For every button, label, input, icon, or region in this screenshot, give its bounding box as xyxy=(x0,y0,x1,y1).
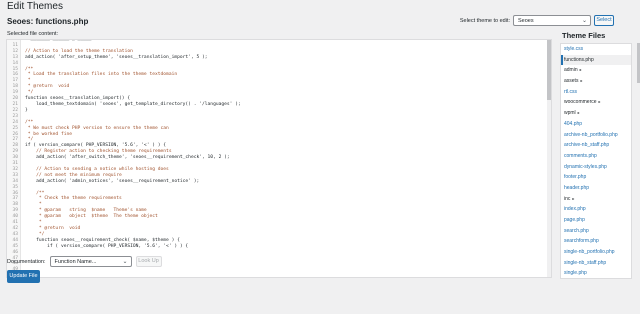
theme-selector: Select theme to edit: Seoes ⌄ Select xyxy=(460,15,614,26)
file-item-label: archive-nb_portfolio.php xyxy=(564,131,618,138)
theme-select[interactable]: Seoes ⌄ xyxy=(513,15,591,26)
documentation-row: Documentation: Function Name... ⌄ Look U… xyxy=(7,256,162,267)
file-item-label: wpml xyxy=(564,110,576,117)
code-text: add_action( 'after_setup_theme', 'seoes_… xyxy=(25,54,208,60)
file-item-label: assets xyxy=(564,78,579,85)
file-title: Seoes: functions.php xyxy=(7,17,89,26)
file-item-label: index.php xyxy=(564,206,586,213)
chevron-down-icon: ⌄ xyxy=(122,259,128,265)
file-item[interactable]: footer.php xyxy=(561,172,631,183)
chevron-down-icon: ⌄ xyxy=(581,18,587,24)
expand-arrow-icon: ▸ xyxy=(580,78,583,84)
code-lines: _______ ______ _ _____ 11 12// Action to l… xyxy=(7,39,551,277)
documentation-label: Documentation: xyxy=(7,258,46,265)
file-item-label: header.php xyxy=(564,184,590,191)
expand-arrow-icon: ▸ xyxy=(572,195,575,201)
file-item-label: dynamic-styles.php xyxy=(564,163,607,170)
file-item[interactable]: archive-nb_portfolio.php xyxy=(561,130,631,141)
file-item-label: rtl.css xyxy=(564,88,578,95)
function-name-select[interactable]: Function Name... ⌄ xyxy=(49,256,132,267)
look-up-button[interactable]: Look Up xyxy=(135,256,162,267)
file-item[interactable]: archive-nb_staff.php xyxy=(561,140,631,151)
expand-arrow-icon: ▸ xyxy=(579,67,582,73)
code-line: 50 xyxy=(7,273,551,277)
file-item-label: footer.php xyxy=(564,174,587,181)
code-text: * Load the translation files into the th… xyxy=(25,72,178,78)
file-item-label: woocommerce xyxy=(564,99,597,106)
file-item-label: search.php xyxy=(564,227,589,234)
file-item[interactable]: comments.php xyxy=(561,151,631,162)
file-item-label: archive-nb_staff.php xyxy=(564,142,610,149)
select-theme-button[interactable]: Select xyxy=(594,15,614,26)
file-item-label: searchform.php xyxy=(564,238,599,245)
theme-select-value: Seoes xyxy=(518,18,534,24)
file-item[interactable]: single-nb_portfolio.php xyxy=(561,247,631,258)
file-item-label: style.css xyxy=(564,46,584,52)
file-item[interactable]: functions.php xyxy=(561,54,631,66)
file-item[interactable]: single-nb_staff.php xyxy=(561,258,631,269)
file-item[interactable]: 404.php xyxy=(561,119,631,130)
function-name-value: Function Name... xyxy=(54,259,97,265)
file-item[interactable]: rtl.css xyxy=(561,87,631,98)
theme-files-panel: Theme Files style.css functions.php admin ▸… xyxy=(560,31,640,279)
file-item[interactable]: style.css xyxy=(561,44,631,55)
file-item-label: comments.php xyxy=(564,152,597,159)
file-item[interactable]: header.php xyxy=(561,183,631,194)
code-editor[interactable]: _______ ______ _ _____ 11 12// Action to l… xyxy=(6,39,552,278)
folder-item[interactable]: woocommerce ▸ xyxy=(561,97,631,108)
file-item[interactable]: single.php xyxy=(561,268,631,278)
file-item-label: 404.php xyxy=(564,120,583,127)
theme-file-list: style.css functions.php admin ▸ assets ▸ rtl.c… xyxy=(560,43,632,279)
file-item[interactable]: page.php xyxy=(561,215,631,226)
code-text: _______ ______ _ _____ xyxy=(25,39,92,42)
theme-select-label: Select theme to edit: xyxy=(459,17,510,24)
code-text: add_action( 'admin_notices', 'seoes__req… xyxy=(25,178,200,184)
file-item[interactable]: dynamic-styles.php xyxy=(561,162,631,173)
folder-item[interactable]: assets ▸ xyxy=(561,76,631,87)
code-text: add_action( 'after_switch_theme', 'seoes… xyxy=(25,155,230,161)
folder-item[interactable]: inc ▸ xyxy=(561,194,631,205)
file-item-label: page.php xyxy=(564,217,585,223)
file-item-label: single-nb_portfolio.php xyxy=(564,249,615,256)
page-title: Edit Themes xyxy=(7,1,63,12)
file-item-label: admin xyxy=(564,67,578,74)
file-item-label: single.php xyxy=(564,270,587,277)
file-item-label: inc xyxy=(564,195,571,202)
file-item[interactable]: searchform.php xyxy=(561,236,631,247)
editor-scrollbar[interactable] xyxy=(547,40,551,277)
editor-scroll-thumb[interactable] xyxy=(547,40,551,100)
file-item[interactable]: index.php xyxy=(561,204,631,215)
file-item[interactable]: search.php xyxy=(561,226,631,237)
file-item-label: functions.php xyxy=(564,56,594,63)
expand-arrow-icon: ▸ xyxy=(577,110,580,116)
folder-item[interactable]: wpml ▸ xyxy=(561,108,631,119)
code-text: load_theme_textdomain( 'seoes', get_temp… xyxy=(25,101,241,107)
update-file-button[interactable]: Update File xyxy=(7,270,40,283)
selected-file-label: Selected file content: xyxy=(7,31,59,37)
folder-item[interactable]: admin ▸ xyxy=(561,65,631,76)
expand-arrow-icon: ▸ xyxy=(598,99,601,105)
theme-files-title: Theme Files xyxy=(562,31,606,40)
file-item-label: single-nb_staff.php xyxy=(564,259,607,266)
